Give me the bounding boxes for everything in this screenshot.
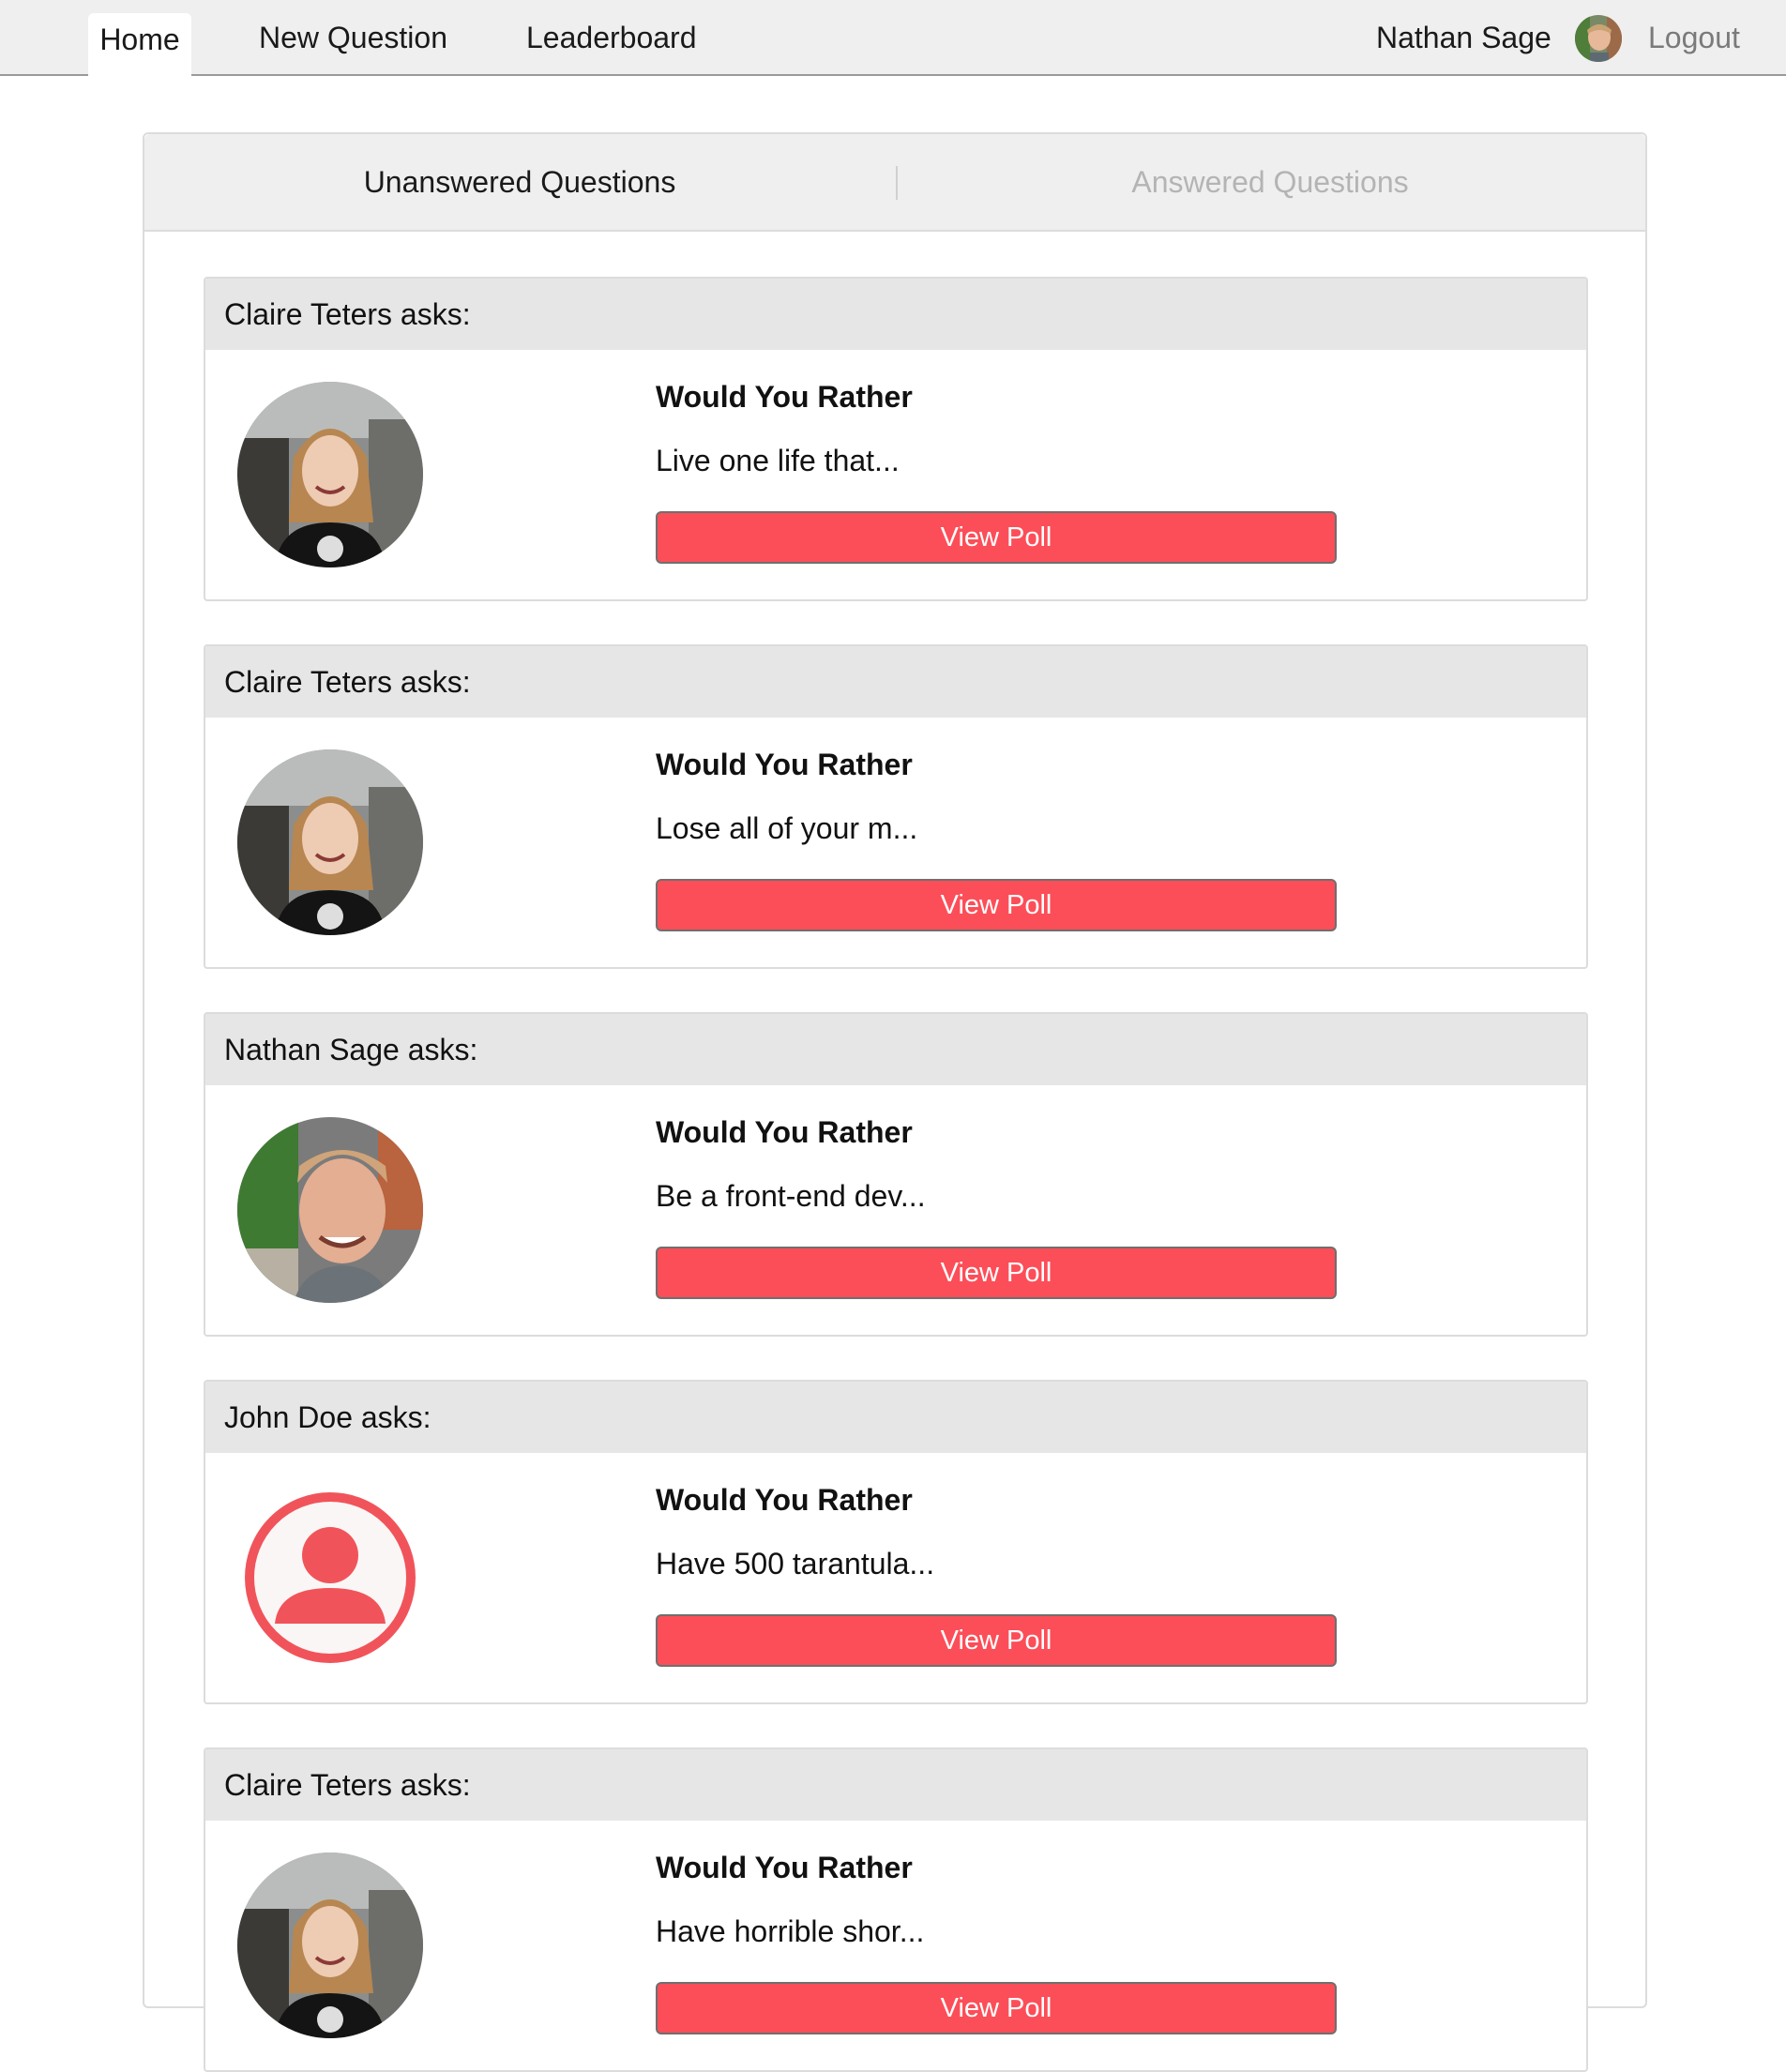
- tab-answered-label: Answered Questions: [1131, 164, 1409, 199]
- question-teaser: Live one life that...: [656, 444, 900, 477]
- question-teaser: Lose all of your m...: [656, 811, 918, 845]
- question-title: Would You Rather: [656, 380, 913, 414]
- author-avatar: [237, 1117, 423, 1303]
- nav-tab-new-question-label: New Question: [259, 21, 447, 54]
- nav-tab-leaderboard-label: Leaderboard: [526, 21, 697, 54]
- claire-photo-icon: [237, 382, 423, 567]
- question-card: Claire Teters asks: Would You Rather Hav…: [204, 1747, 1588, 2072]
- question-teaser: Have horrible shor...: [656, 1914, 925, 1948]
- question-title: Would You Rather: [656, 748, 913, 781]
- nav-tab-leaderboard[interactable]: Leaderboard: [526, 0, 696, 76]
- nav-tab-home[interactable]: Home: [88, 13, 191, 78]
- current-user-name: Nathan Sage: [1376, 21, 1551, 54]
- question-author-header: Claire Teters asks:: [205, 646, 1586, 718]
- default-user-icon: [237, 1485, 423, 1671]
- author-avatar: [237, 1853, 423, 2038]
- question-card: Nathan Sage asks: Would You Rather Be a …: [204, 1012, 1588, 1337]
- nav-tab-home-label: Home: [99, 23, 180, 56]
- question-title: Would You Rather: [656, 1851, 913, 1884]
- claire-photo-icon: [237, 1853, 423, 2038]
- view-poll-button[interactable]: View Poll: [656, 1247, 1337, 1299]
- author-avatar: [237, 749, 423, 935]
- question-author-header: Claire Teters asks:: [205, 1749, 1586, 1821]
- author-avatar: [237, 382, 423, 567]
- nathan-photo-icon: [237, 1117, 423, 1303]
- tab-answered-questions[interactable]: Answered Questions: [895, 134, 1645, 230]
- question-author-header: Claire Teters asks:: [205, 279, 1586, 350]
- question-card: John Doe asks: Would You Rather Have 500…: [204, 1380, 1588, 1704]
- question-teaser: Be a front-end dev...: [656, 1179, 926, 1213]
- view-poll-button[interactable]: View Poll: [656, 1982, 1337, 2034]
- questions-panel: Unanswered Questions Answered Questions …: [143, 132, 1647, 2072]
- question-author-header: Nathan Sage asks:: [205, 1014, 1586, 1085]
- tab-unanswered-questions[interactable]: Unanswered Questions: [144, 134, 895, 230]
- logout-link[interactable]: Logout: [1648, 0, 1740, 76]
- claire-photo-icon: [237, 749, 423, 935]
- current-user-avatar: [1575, 15, 1622, 62]
- question-author-header: John Doe asks:: [205, 1382, 1586, 1453]
- tab-unanswered-label: Unanswered Questions: [363, 164, 676, 199]
- question-title: Would You Rather: [656, 1483, 913, 1517]
- view-poll-button[interactable]: View Poll: [656, 879, 1337, 931]
- question-card: Claire Teters asks: Would You Rather Liv…: [204, 277, 1588, 601]
- nav-tab-new-question[interactable]: New Question: [259, 0, 447, 76]
- view-poll-button[interactable]: View Poll: [656, 1614, 1337, 1667]
- question-card: Claire Teters asks: Would You Rather Los…: [204, 644, 1588, 969]
- question-teaser: Have 500 tarantula...: [656, 1547, 935, 1580]
- question-filter-tabs: Unanswered Questions Answered Questions: [144, 134, 1645, 232]
- question-title: Would You Rather: [656, 1115, 913, 1149]
- top-nav: Home New Question Leaderboard Nathan Sag…: [0, 0, 1786, 78]
- view-poll-button[interactable]: View Poll: [656, 511, 1337, 564]
